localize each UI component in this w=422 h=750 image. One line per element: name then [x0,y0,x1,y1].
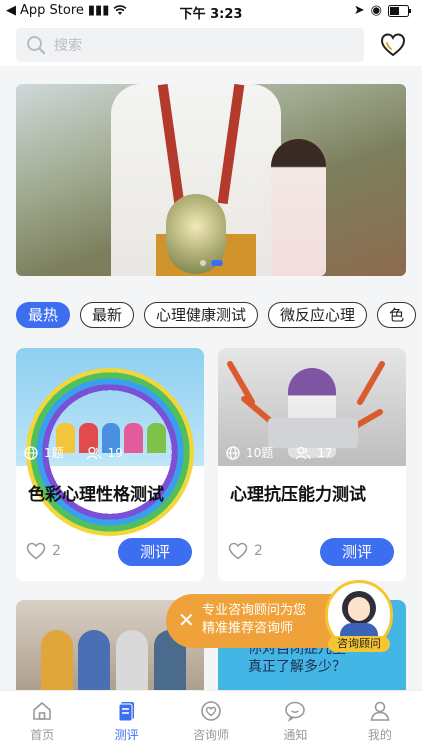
participants-icon [295,446,311,459]
consult-line: 精准推荐咨询师 [202,621,294,636]
battery-icon [388,4,411,17]
home-icon [33,701,52,720]
card-thumbnail: 10题 17 [218,348,406,466]
close-icon[interactable]: ✕ [178,608,195,632]
card-meta: 10题 17 [226,444,333,461]
counselor-icon [201,701,221,721]
search-row: 搜索 [0,22,422,66]
search-icon [27,36,46,55]
consult-text: 专业咨询顾问为您 精准推荐咨询师 [202,602,306,638]
chat-icon [285,701,306,723]
question-count: 1题 [44,446,64,460]
user-icon [370,701,390,721]
advisor-label[interactable]: 咨询顾问 [328,636,390,652]
advisor-face [348,597,370,621]
tab-counselor[interactable]: 咨询师 [169,691,253,750]
tab-test[interactable]: 测评 [84,691,168,750]
card-meta: 1题 19 [24,444,123,461]
globe-icon [24,445,38,460]
banner-carousel[interactable] [16,84,406,276]
status-right: ➤ ◉ [354,3,412,18]
tab-label: 测评 [114,728,139,742]
banner-woman [271,139,326,276]
carousel-dot-active[interactable] [210,260,223,266]
tag-hottest[interactable]: 最热 [16,302,71,328]
like-count: 2 [254,543,263,559]
test-card[interactable]: 1题 19 色彩心理性格测试 2 测评 [16,348,204,581]
tab-home[interactable]: 首页 [0,691,84,750]
tag-newest[interactable]: 最新 [80,302,135,328]
like-heart-icon [26,542,46,560]
carousel-dot[interactable] [199,260,206,266]
location-icon: ➤ [353,3,365,18]
card-likes[interactable]: 2 [26,542,61,560]
phone-image [355,359,387,407]
participant-count: 17 [317,445,333,460]
tab-bar: 首页 测评 咨询师 通知 我的 [0,690,422,750]
card-thumbnail: 1题 19 [16,348,204,536]
globe-icon [226,445,240,460]
carousel-dots [16,260,406,266]
tag-micro-reaction[interactable]: 微反应心理 [268,302,368,328]
tab-mine[interactable]: 我的 [338,691,422,750]
tab-notify[interactable]: 通知 [253,691,337,750]
start-test-button[interactable]: 测评 [320,538,394,566]
test-card[interactable]: 10题 17 心理抗压能力测试 2 测评 [218,348,406,581]
card-title: 色彩心理性格测试 [28,485,164,505]
question-count: 10题 [246,446,274,460]
alarm-icon: ◉ [370,3,382,18]
tab-label: 通知 [283,728,308,742]
card-likes[interactable]: 2 [228,542,263,560]
participants-icon [86,446,102,459]
tag-color[interactable]: 色 [377,302,417,328]
tab-label: 咨询师 [193,728,230,742]
category-tags: 最热 最新 心理健康测试 微反应心理 色 [16,302,422,328]
status-bar: ◀ App Store ▮▮▮ 下午 3:23 ➤ ◉ [0,0,422,22]
search-placeholder: 搜索 [54,38,82,54]
card-title: 心理抗压能力测试 [230,485,366,505]
search-input[interactable]: 搜索 [16,28,364,62]
like-count: 2 [52,543,61,559]
test-icon [118,702,134,722]
start-test-button[interactable]: 测评 [118,538,192,566]
heart-icon[interactable] [380,32,406,58]
like-heart-icon [228,542,248,560]
consult-line: 专业咨询顾问为您 [202,603,307,618]
autism-text-line: 真正了解多少？ [248,659,346,675]
tab-label: 我的 [367,728,392,742]
tag-mental-health[interactable]: 心理健康测试 [144,302,259,328]
tab-label: 首页 [30,728,55,742]
participant-count: 19 [107,445,123,460]
